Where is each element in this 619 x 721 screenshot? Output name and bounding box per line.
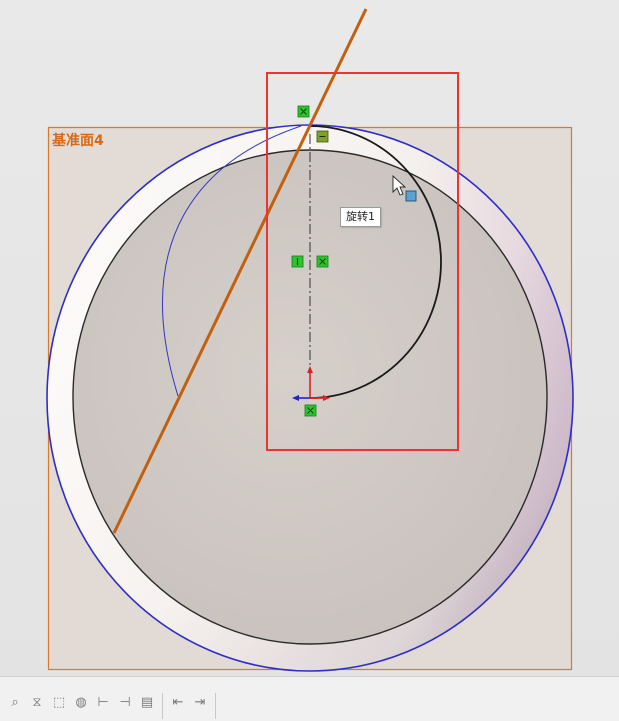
align-icon-2[interactable]: ⊣	[116, 693, 134, 711]
display-icon[interactable]: ▤	[138, 693, 156, 711]
relation-marker-arc-top[interactable]	[316, 130, 329, 143]
feature-tooltip: 旋转1	[340, 207, 381, 227]
toolbar-separator	[162, 693, 163, 719]
align-icon-1[interactable]: ⊢	[94, 693, 112, 711]
toolbar-separator	[215, 693, 216, 719]
relation-marker-vertical-left[interactable]	[291, 255, 304, 268]
view-orientation-icon[interactable]: ⬚	[50, 693, 68, 711]
pin-icon-2[interactable]: ⇥	[191, 693, 209, 711]
pin-icon-1[interactable]: ⇤	[169, 693, 187, 711]
bottom-view-toolbar: ⌕ ⧖ ⬚ ◍ ⊢ ⊣ ▤ ⇤ ⇥	[0, 676, 619, 721]
section-icon[interactable]: ⧖	[28, 693, 46, 711]
relation-marker-origin[interactable]	[304, 404, 317, 417]
model-scene[interactable]	[0, 0, 619, 676]
plane-label[interactable]: 基准面4	[52, 130, 104, 150]
relation-marker-top[interactable]	[297, 105, 310, 118]
display-style-icon[interactable]: ◍	[72, 693, 90, 711]
zoom-icon[interactable]: ⌕	[6, 693, 24, 711]
graphics-viewport[interactable]: 基准面4 旋转1	[0, 0, 619, 676]
relation-marker-vertical-right[interactable]	[316, 255, 329, 268]
